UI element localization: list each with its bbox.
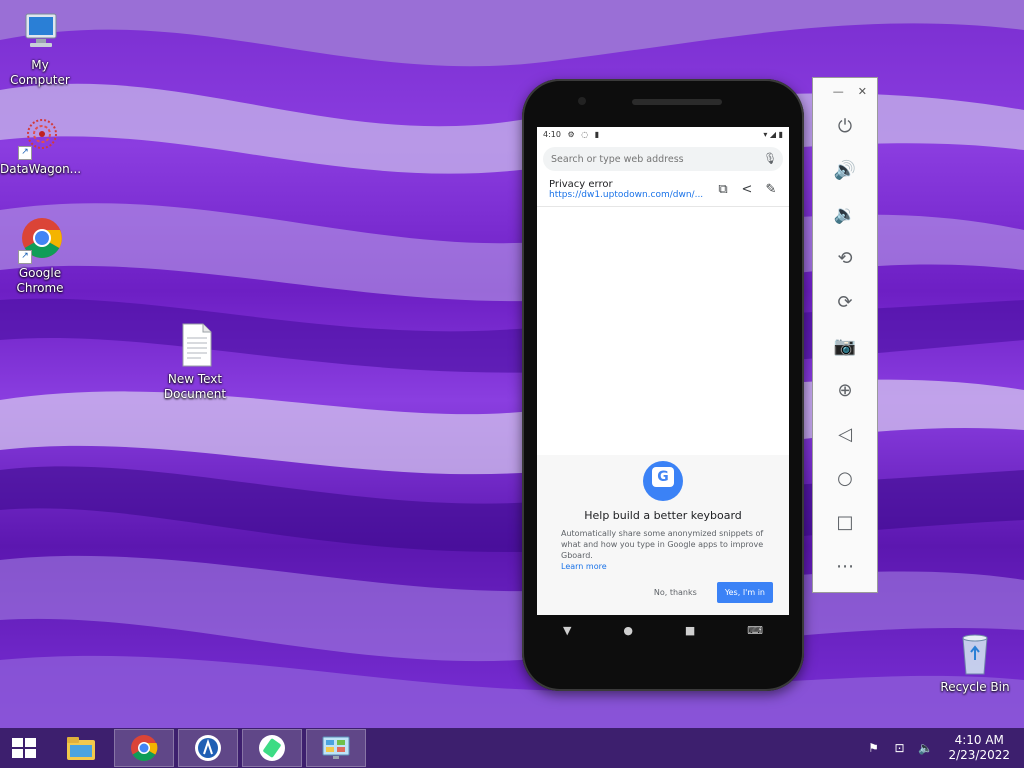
suggestion-title: Privacy error	[549, 179, 613, 190]
taskbar-chrome[interactable]	[114, 729, 174, 767]
desktop-icon-recycle-bin[interactable]: Recycle Bin	[935, 630, 1015, 695]
overview-nav-icon[interactable]: ■	[685, 624, 695, 637]
taskbar-emulator[interactable]	[242, 729, 302, 767]
copy-icon[interactable]: ⧉	[711, 180, 735, 200]
chrome-icon: ↗	[16, 216, 64, 264]
suggestion-url: https://dw1.uptodown.com/dwn/...	[549, 190, 704, 200]
shortcut-arrow-icon: ↗	[18, 250, 32, 264]
gboard-prompt: G Help build a better keyboard Automatic…	[537, 455, 789, 615]
desktop-icon-label: New Text Document	[163, 372, 227, 401]
folder-icon	[67, 737, 95, 760]
earpiece-speaker	[632, 99, 722, 105]
rotate-right-icon[interactable]: ⟳	[813, 280, 877, 324]
share-icon[interactable]: <	[735, 180, 759, 200]
recycle-bin-icon	[951, 630, 999, 678]
volume-up-icon[interactable]: 🔊	[813, 148, 877, 192]
wifi-icon: ▾	[763, 129, 768, 139]
more-icon[interactable]: ⋯	[813, 544, 877, 588]
datawagon-icon: ↗	[16, 112, 64, 160]
system-tray: ⚑ ⊡ 🔈 4:10 AM 2/23/2022	[864, 728, 1024, 768]
taskbar-control-panel[interactable]	[306, 729, 366, 767]
learn-more-link[interactable]: Learn more	[561, 562, 765, 571]
rotate-left-icon[interactable]: ⟲	[813, 236, 877, 280]
action-center-flag-icon[interactable]: ⚑	[864, 739, 882, 757]
keyboard-nav-icon[interactable]: ⌨	[747, 624, 763, 637]
windows-logo-icon	[12, 738, 36, 758]
status-sd-icon: ▮	[594, 129, 600, 139]
clock-time: 4:10 AM	[954, 733, 1004, 747]
no-thanks-button[interactable]: No, thanks	[648, 587, 703, 598]
emulator-control-panel: — ✕ ⏻ 🔊 🔉 ⟲ ⟳ 📷 ⊕ ◁ ○ □ ⋯	[812, 77, 878, 593]
signal-icon: ◢	[769, 129, 777, 139]
close-icon[interactable]: ✕	[858, 85, 867, 98]
text-document-icon	[171, 322, 219, 370]
control-panel-icon	[322, 736, 350, 759]
desktop-icon-my-computer[interactable]: My Computer	[0, 8, 80, 88]
taskbar: ⚑ ⊡ 🔈 4:10 AM 2/23/2022	[0, 728, 1024, 768]
emulator-icon	[259, 735, 285, 761]
chrome-icon	[131, 735, 158, 762]
desktop-icon-google-chrome[interactable]: ↗ Google Chrome	[0, 216, 80, 296]
page-blank-area	[537, 207, 789, 445]
minimize-icon[interactable]: —	[833, 85, 844, 98]
desktop-icon-label: Google Chrome	[16, 266, 64, 295]
edit-icon[interactable]: ✎	[759, 180, 783, 200]
address-bar[interactable]: 🎙	[543, 147, 783, 171]
gboard-icon: G	[643, 461, 683, 501]
taskbar-android-studio[interactable]	[178, 729, 238, 767]
status-notification-icon: ◌	[581, 129, 589, 139]
yes-im-in-button[interactable]: Yes, I'm in	[716, 582, 773, 603]
desktop-icon-new-text-document[interactable]: New Text Document	[155, 322, 235, 402]
home-nav-icon[interactable]: ●	[623, 624, 633, 637]
shortcut-arrow-icon: ↗	[18, 146, 32, 160]
clock-date: 2/23/2022	[948, 748, 1010, 762]
desktop-icon-label: Recycle Bin	[940, 680, 1010, 694]
network-icon[interactable]: ⊡	[890, 739, 908, 757]
camera-icon[interactable]: 📷	[813, 324, 877, 368]
taskbar-file-explorer[interactable]	[52, 730, 110, 766]
volume-down-icon[interactable]: 🔉	[813, 192, 877, 236]
android-studio-icon	[195, 735, 221, 761]
android-nav-bar: ▼ ● ■ ⌨	[537, 619, 789, 641]
back-icon[interactable]: ◁	[813, 412, 877, 456]
status-time: 4:10	[543, 129, 561, 139]
start-button[interactable]	[0, 728, 48, 768]
back-nav-icon[interactable]: ▼	[563, 624, 571, 637]
zoom-icon[interactable]: ⊕	[813, 368, 877, 412]
status-bar: 4:10 ⚙ ◌ ▮ ▾ ◢ ▮	[537, 127, 789, 141]
volume-muted-icon[interactable]: 🔈	[916, 739, 934, 757]
power-icon[interactable]: ⏻	[813, 104, 877, 148]
overview-icon[interactable]: □	[813, 500, 877, 544]
battery-icon: ▮	[778, 129, 783, 139]
taskbar-clock[interactable]: 4:10 AM 2/23/2022	[948, 733, 1010, 763]
status-settings-icon: ⚙	[567, 129, 575, 139]
android-emulator-device: 4:10 ⚙ ◌ ▮ ▾ ◢ ▮ 🎙 Privacy error https:/…	[522, 79, 804, 691]
front-camera	[578, 97, 586, 105]
suggestion-row[interactable]: Privacy error https://dw1.uptodown.com/d…	[537, 171, 789, 207]
desktop-icon-datawagon[interactable]: ↗ DataWagon...	[0, 112, 82, 177]
home-icon[interactable]: ○	[813, 456, 877, 500]
device-screen[interactable]: 4:10 ⚙ ◌ ▮ ▾ ◢ ▮ 🎙 Privacy error https:/…	[537, 127, 789, 615]
desktop-icon-label: DataWagon...	[0, 162, 82, 176]
computer-icon	[16, 8, 64, 56]
gboard-prompt-body: Automatically share some anonymized snip…	[561, 529, 764, 560]
microphone-icon[interactable]: 🎙	[763, 152, 777, 166]
desktop-icon-label: My Computer	[10, 58, 70, 87]
search-input[interactable]	[549, 152, 763, 166]
gboard-prompt-title: Help build a better keyboard	[584, 509, 742, 522]
